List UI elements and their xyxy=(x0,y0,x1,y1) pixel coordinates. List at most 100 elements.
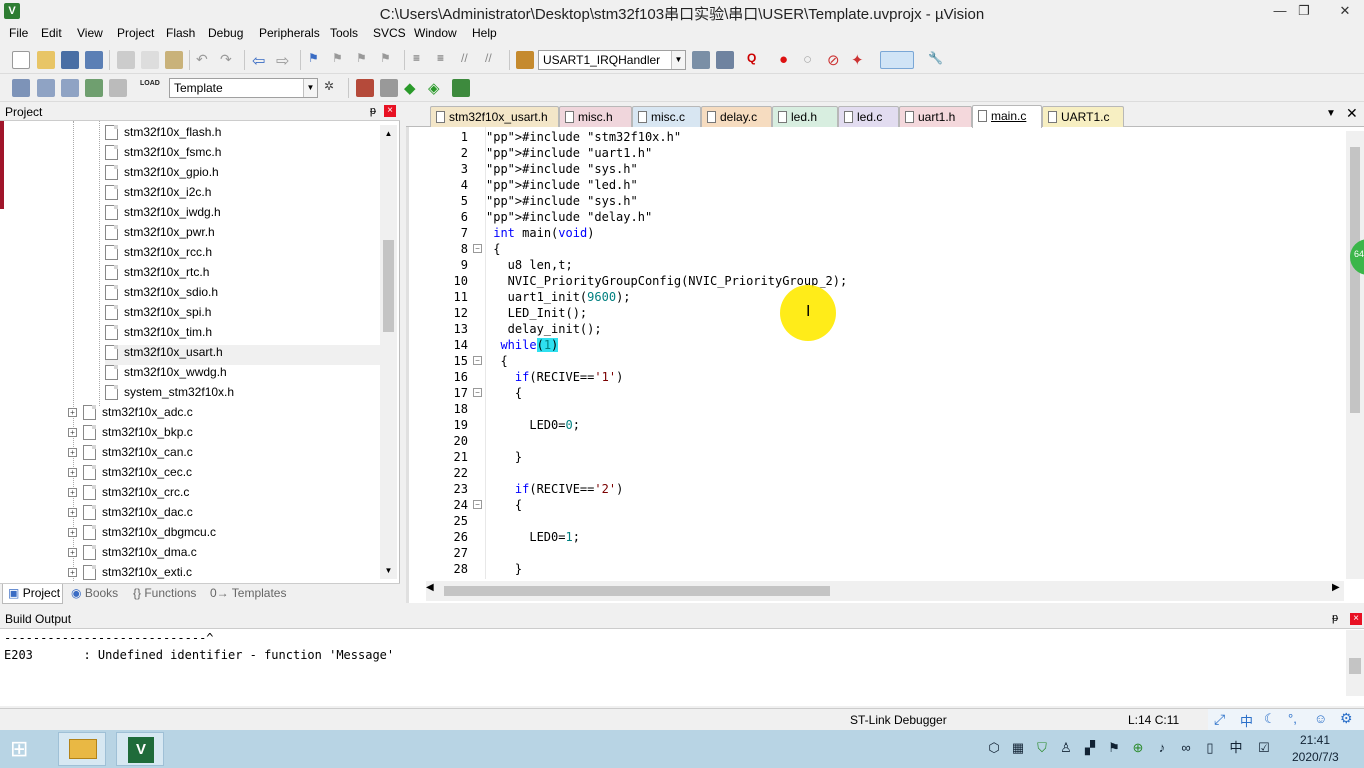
maximize-button[interactable]: ❐ xyxy=(1290,2,1318,20)
code-line[interactable]: uart1_init(9600); xyxy=(486,289,631,305)
batch-build-icon[interactable] xyxy=(85,79,103,97)
tree-file-item[interactable]: stm32f10x_iwdg.h xyxy=(105,205,221,225)
tree-file-item[interactable]: stm32f10x_usart.h xyxy=(105,345,380,365)
chevron-down-icon[interactable]: ▼ xyxy=(671,51,685,69)
window-layout-icon[interactable] xyxy=(880,51,914,69)
redo-icon[interactable]: ↷ xyxy=(220,51,238,69)
close-icon[interactable]: × xyxy=(1350,613,1362,625)
close-window-button[interactable]: ✕ xyxy=(1326,2,1364,20)
chevron-down-icon[interactable]: ▼ xyxy=(303,79,317,97)
code-line[interactable]: "pp">#include "sys.h" xyxy=(486,161,638,177)
ime-chinese-icon[interactable]: 中 xyxy=(1240,711,1253,730)
action-center-flag-icon[interactable]: ⚑ xyxy=(1106,740,1122,756)
scroll-thumb[interactable] xyxy=(1349,658,1361,674)
volume-icon[interactable]: ♪ xyxy=(1154,740,1170,756)
tree-file-item[interactable]: stm32f10x_fsmc.h xyxy=(105,145,221,165)
scroll-thumb[interactable] xyxy=(383,240,394,332)
new-file-icon[interactable] xyxy=(12,51,30,69)
tab-templates[interactable]: 0→ Templates xyxy=(210,586,286,600)
translate-icon[interactable] xyxy=(12,79,30,97)
code-line[interactable]: LED0=0; xyxy=(486,417,580,433)
ime-indicator[interactable]: 中 xyxy=(1228,740,1244,756)
tree-file-item[interactable]: stm32f10x_flash.h xyxy=(105,125,221,145)
pack-installer-icon[interactable]: ◈ xyxy=(428,79,446,97)
menu-debug[interactable]: Debug xyxy=(208,26,243,40)
menu-project[interactable]: Project xyxy=(117,26,154,40)
tree-file-item[interactable]: stm32f10x_tim.h xyxy=(105,325,212,345)
code-line[interactable]: LED0=1; xyxy=(486,529,580,545)
tree-file-item[interactable]: stm32f10x_rtc.h xyxy=(105,265,209,285)
cut-icon[interactable] xyxy=(117,51,135,69)
menu-window[interactable]: Window xyxy=(414,26,457,40)
tree-file-item[interactable]: + stm32f10x_adc.c xyxy=(68,405,193,425)
pin-icon[interactable]: ᵽ xyxy=(1332,612,1338,624)
paste-icon[interactable] xyxy=(165,51,183,69)
rebuild-icon[interactable] xyxy=(61,79,79,97)
debug-session-icon[interactable]: Q xyxy=(747,51,765,69)
tree-file-item[interactable]: + stm32f10x_exti.c xyxy=(68,565,192,585)
tree-file-item[interactable]: stm32f10x_pwr.h xyxy=(105,225,215,245)
unindent-icon[interactable]: ≡ xyxy=(437,51,455,69)
find-in-files-icon[interactable] xyxy=(516,51,534,69)
fold-toggle[interactable]: − xyxy=(473,500,482,509)
editor-tab[interactable]: stm32f10x_usart.h xyxy=(430,106,559,127)
copy-icon[interactable] xyxy=(141,51,159,69)
code-line[interactable]: LED_Init(); xyxy=(486,305,587,321)
tree-file-item[interactable]: + stm32f10x_can.c xyxy=(68,445,193,465)
build-icon[interactable] xyxy=(37,79,55,97)
kill-all-breakpoints-icon[interactable]: ✦ xyxy=(851,51,869,69)
tree-file-item[interactable]: system_stm32f10x.h xyxy=(105,385,234,405)
menu-view[interactable]: View xyxy=(77,26,103,40)
menu-flash[interactable]: Flash xyxy=(166,26,195,40)
qq-icon[interactable]: ♙ xyxy=(1058,740,1074,756)
menu-help[interactable]: Help xyxy=(472,26,497,40)
user-icon[interactable]: ☺ xyxy=(1314,711,1327,726)
code-line[interactable]: if(RECIVE=='1') xyxy=(486,369,623,385)
expand-icon[interactable]: + xyxy=(68,428,77,438)
windows-start-icon[interactable]: ⊞ xyxy=(10,737,38,761)
find-icon[interactable] xyxy=(692,51,710,69)
ime-option-icon[interactable]: ⤢ xyxy=(1214,711,1225,728)
fold-toggle[interactable]: − xyxy=(473,244,482,253)
tree-file-item[interactable]: stm32f10x_sdio.h xyxy=(105,285,218,305)
code-line[interactable]: "pp">#include "delay.h" xyxy=(486,209,652,225)
tree-file-item[interactable]: + stm32f10x_bkp.c xyxy=(68,425,193,445)
close-tab-icon[interactable]: ✕ xyxy=(1346,105,1358,122)
close-icon[interactable]: × xyxy=(384,105,396,117)
uncomment-icon[interactable]: // xyxy=(485,51,503,69)
green-diamond-icon[interactable]: ◆ xyxy=(404,79,422,97)
menu-peripherals[interactable]: Peripherals xyxy=(259,26,320,40)
tree-file-item[interactable]: + stm32f10x_cec.c xyxy=(68,465,192,485)
target-combo[interactable]: Template ▼ xyxy=(169,78,318,98)
tree-file-item[interactable]: + stm32f10x_dma.c xyxy=(68,545,197,565)
editor-tab[interactable]: main.c xyxy=(972,105,1042,128)
editor-tab[interactable]: UART1.c xyxy=(1042,106,1124,127)
tree-file-item[interactable]: stm32f10x_rcc.h xyxy=(105,245,212,265)
expand-icon[interactable]: + xyxy=(68,508,77,518)
code-line[interactable]: { xyxy=(486,241,500,257)
expand-icon[interactable]: + xyxy=(68,528,77,538)
tab-list-dropdown-icon[interactable]: ▼ xyxy=(1326,108,1336,119)
network-share-icon[interactable]: ⬡ xyxy=(986,740,1002,756)
expand-icon[interactable]: + xyxy=(68,548,77,558)
uvision-taskbar-icon[interactable]: V xyxy=(116,732,164,766)
save-all-icon[interactable] xyxy=(85,51,103,69)
next-bookmark-icon[interactable]: ⚑ xyxy=(356,51,374,69)
replace-icon[interactable] xyxy=(716,51,734,69)
scroll-up-icon[interactable]: ▲ xyxy=(380,125,397,142)
build-output-scrollbar[interactable] xyxy=(1346,630,1364,696)
fold-toggle[interactable]: − xyxy=(473,388,482,397)
scroll-thumb[interactable] xyxy=(1350,147,1360,413)
tree-file-item[interactable]: stm32f10x_i2c.h xyxy=(105,185,211,205)
open-folder-icon[interactable] xyxy=(37,51,55,69)
scroll-left-icon[interactable]: ◀ xyxy=(426,582,434,593)
code-line[interactable]: if(RECIVE=='2') xyxy=(486,481,623,497)
menu-edit[interactable]: Edit xyxy=(41,26,62,40)
code-line[interactable]: { xyxy=(486,353,507,369)
tree-file-item[interactable]: + stm32f10x_dac.c xyxy=(68,505,193,525)
manage-project-icon[interactable] xyxy=(356,79,374,97)
expand-icon[interactable]: + xyxy=(68,488,77,498)
tab-project[interactable]: ▣ Project xyxy=(8,586,60,600)
expand-icon[interactable]: + xyxy=(68,408,77,418)
code-line[interactable]: while(1) xyxy=(486,337,559,353)
